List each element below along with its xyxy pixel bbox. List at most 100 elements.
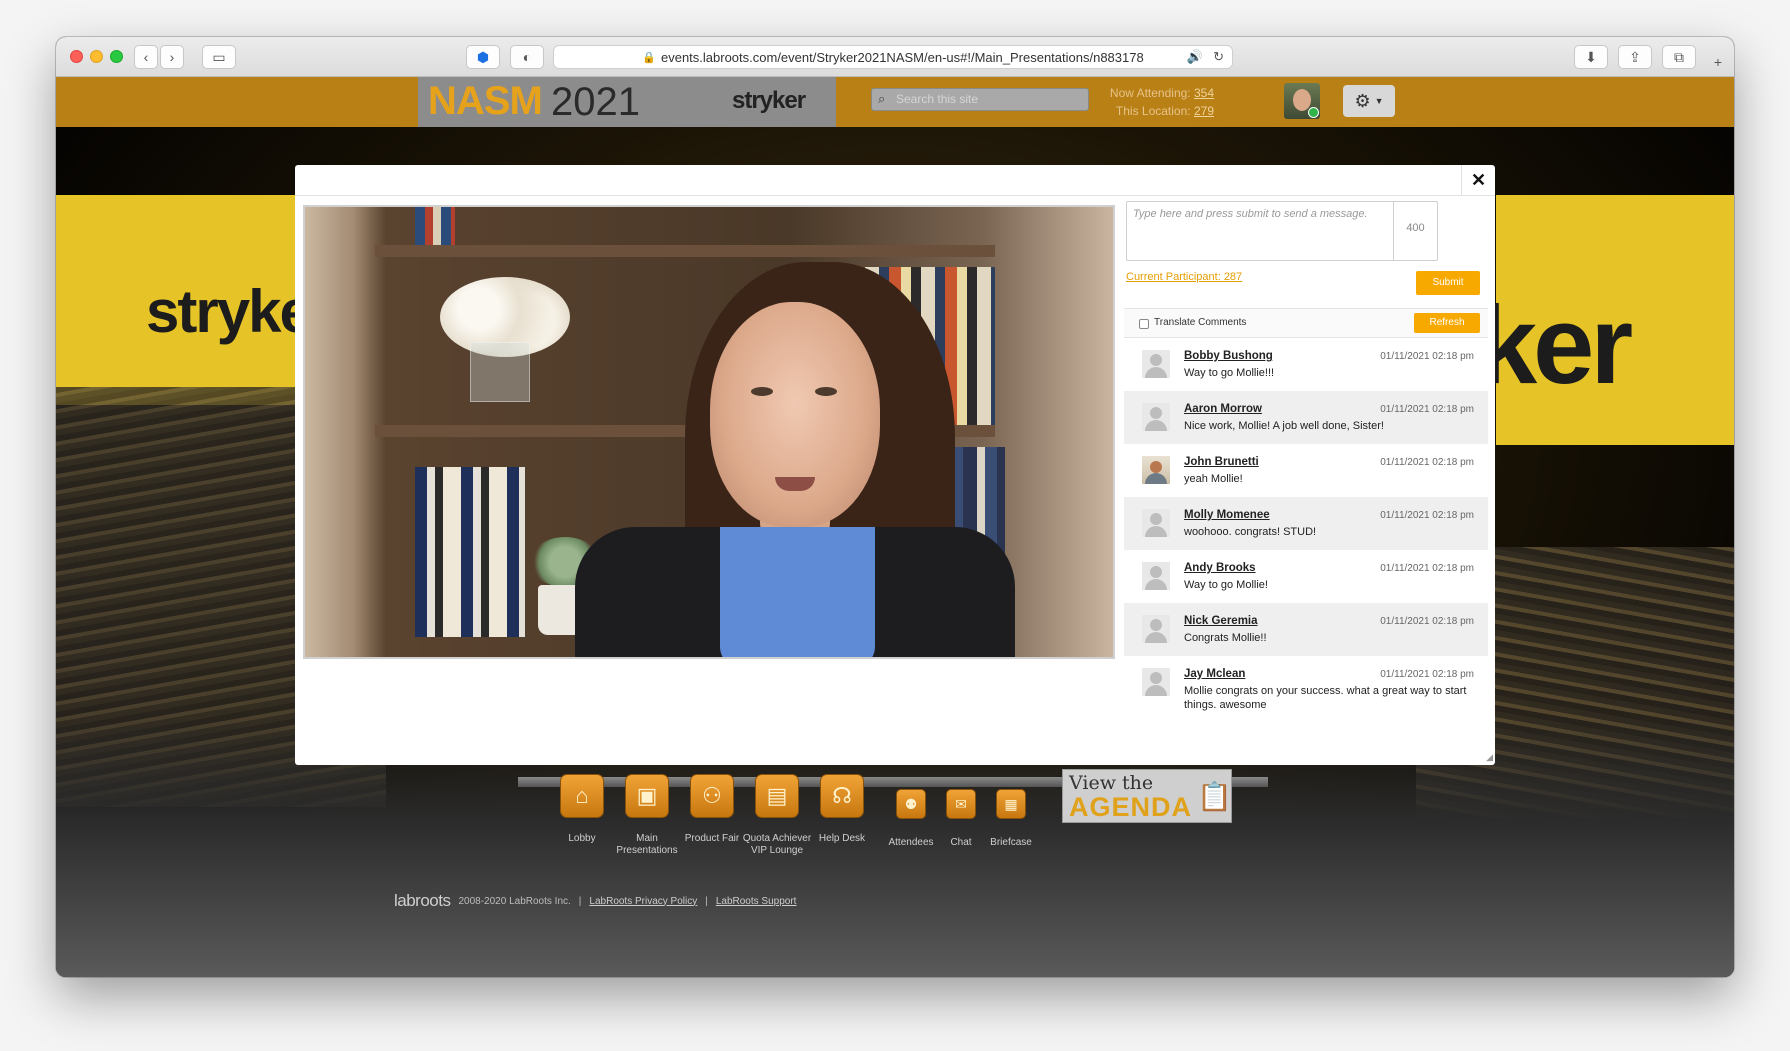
nav-main-presentations-button[interactable]: ▣ — [625, 774, 669, 818]
message-time: 01/11/2021 02:18 pm — [1380, 510, 1474, 521]
presenter-eye — [751, 387, 773, 396]
footer-separator: | — [578, 895, 582, 907]
chat-message: Bobby Bushong 01/11/2021 02:18 pm Way to… — [1124, 338, 1488, 391]
current-participant-link[interactable]: Current Participant: 287 — [1126, 271, 1242, 283]
message-time: 01/11/2021 02:18 pm — [1380, 404, 1474, 415]
message-author[interactable]: Aaron Morrow — [1184, 403, 1262, 415]
nav-help-desk-button[interactable]: ☊ — [820, 774, 864, 818]
close-modal-button[interactable]: ✕ — [1461, 165, 1495, 196]
submit-button[interactable]: Submit — [1416, 271, 1480, 295]
chat-message: John Brunetti 01/11/2021 02:18 pm yeah M… — [1124, 444, 1488, 497]
event-logo[interactable]: NASM 2021 stryker — [418, 77, 836, 127]
message-time: 01/11/2021 02:18 pm — [1380, 669, 1474, 680]
chevron-left-icon: ‹ — [143, 49, 149, 65]
message-author[interactable]: Bobby Bushong — [1184, 350, 1273, 362]
chat-icon: ✉ — [955, 795, 967, 812]
user-avatar[interactable] — [1284, 83, 1320, 119]
downloads-button[interactable]: ⬇ — [1574, 45, 1608, 69]
now-attending-label: Now Attending: — [1109, 86, 1191, 100]
privacy-button[interactable]: ◐ — [510, 45, 544, 69]
video-shelf — [375, 245, 995, 257]
extension-button[interactable]: ⬢ — [466, 45, 500, 69]
chevron-right-icon: › — [169, 49, 175, 65]
message-author[interactable]: Andy Brooks — [1184, 562, 1256, 574]
lock-icon: 🔒 — [642, 51, 656, 64]
zoom-window-button[interactable] — [110, 50, 123, 63]
message-text: Congrats Mollie!! — [1184, 632, 1267, 644]
logo-nasm: NASM — [428, 79, 543, 123]
video-player[interactable] — [303, 205, 1115, 659]
message-author[interactable]: Molly Momenee — [1184, 509, 1270, 521]
browser-window: ‹ › ▭ ⬢ ◐ 🔒 events.labroots.com/event/St… — [56, 37, 1734, 977]
this-location-count[interactable]: 279 — [1194, 104, 1214, 118]
privacy-policy-link[interactable]: LabRoots Privacy Policy — [589, 896, 697, 907]
settings-menu-button[interactable]: ⚙ ▼ — [1343, 85, 1395, 117]
nav-product-fair-label: Product Fair — [684, 833, 740, 844]
presenter-eye — [815, 387, 837, 396]
nav-attendees-button[interactable]: ⚉ — [896, 789, 926, 819]
resize-handle-icon[interactable]: ◢ — [1486, 752, 1493, 763]
logo-partner: stryker — [732, 87, 806, 114]
nav-product-fair-button[interactable]: ⚇ — [690, 774, 734, 818]
translate-checkbox[interactable] — [1139, 319, 1149, 329]
back-button[interactable]: ‹ — [134, 45, 158, 69]
minimize-window-button[interactable] — [90, 50, 103, 63]
message-text: woohooo. congrats! STUD! — [1184, 526, 1317, 538]
nav-help-desk-label: Help Desk — [818, 833, 866, 844]
site-search-input[interactable]: ⌕ Search this site — [871, 88, 1089, 111]
view-agenda-button[interactable]: View the AGENDA 📋 — [1062, 769, 1232, 823]
sidebar-toggle-button[interactable]: ▭ — [202, 45, 236, 69]
user-photo-avatar — [1142, 456, 1170, 484]
new-tab-button[interactable]: + — [1706, 51, 1730, 73]
message-time: 01/11/2021 02:18 pm — [1380, 563, 1474, 574]
share-button[interactable]: ⇪ — [1618, 45, 1652, 69]
video-vase — [470, 342, 530, 402]
half-shield-icon: ◐ — [522, 49, 532, 65]
chevron-down-icon: ▼ — [1374, 96, 1384, 106]
avatar-face — [1293, 89, 1311, 111]
nav-lobby-button[interactable]: ⌂ — [560, 774, 604, 818]
chat-message-list[interactable]: Bobby Bushong 01/11/2021 02:18 pm Way to… — [1124, 338, 1488, 765]
chat-panel: Type here and press submit to send a mes… — [1124, 201, 1488, 765]
chat-bubbles-icon: ▤ — [766, 783, 788, 808]
message-text: Way to go Mollie! — [1184, 579, 1268, 591]
nav-chat-button[interactable]: ✉ — [946, 789, 976, 819]
headset-icon: ☊ — [832, 783, 852, 808]
chat-message-input[interactable]: Type here and press submit to send a mes… — [1126, 201, 1438, 261]
nav-main-presentations-label: Main Presentations — [616, 833, 678, 856]
presentation-modal: ✕ Type here and press submit to send a m… — [295, 165, 1495, 765]
nav-lobby-label: Lobby — [568, 833, 596, 844]
close-icon: ✕ — [1470, 170, 1487, 190]
shield-icon: ⬢ — [476, 48, 490, 65]
address-bar[interactable]: 🔒 events.labroots.com/event/Stryker2021N… — [553, 45, 1233, 69]
refresh-button[interactable]: Refresh — [1414, 313, 1480, 333]
now-attending-count[interactable]: 354 — [1194, 86, 1214, 100]
nav-briefcase-label: Briefcase — [990, 837, 1032, 848]
message-author[interactable]: John Brunetti — [1184, 456, 1259, 468]
chat-message: Jay Mclean 01/11/2021 02:18 pm Mollie co… — [1124, 656, 1488, 722]
default-avatar-icon — [1142, 509, 1170, 537]
forward-button[interactable]: › — [160, 45, 184, 69]
reload-icon[interactable]: ↻ — [1213, 49, 1224, 65]
speaker-icon[interactable]: 🔊 — [1187, 49, 1203, 65]
translate-bar: Translate Comments Refresh — [1124, 308, 1488, 338]
support-link[interactable]: LabRoots Support — [716, 896, 797, 907]
message-author[interactable]: Jay Mclean — [1184, 668, 1245, 680]
footer-separator: | — [705, 895, 708, 907]
online-status-icon — [1308, 107, 1319, 118]
nav-quota-lounge-button[interactable]: ▤ — [755, 774, 799, 818]
message-author[interactable]: Nick Geremia — [1184, 615, 1258, 627]
search-placeholder: Search this site — [896, 92, 979, 106]
plus-icon: + — [1713, 54, 1723, 70]
default-avatar-icon — [1142, 403, 1170, 431]
url-text: events.labroots.com/event/Stryker2021NAS… — [660, 49, 1144, 65]
nav-briefcase-button[interactable]: ▦ — [996, 789, 1026, 819]
close-window-button[interactable] — [70, 50, 83, 63]
default-avatar-icon — [1142, 615, 1170, 643]
agenda-label-bottom: AGENDA — [1069, 792, 1193, 822]
event-page: stryke ker NASM 2021 stryker ⌕ Search th… — [56, 77, 1734, 977]
this-location-label: This Location: — [1115, 104, 1191, 118]
download-icon: ⬇ — [1585, 48, 1597, 65]
tabs-overview-button[interactable]: ⧉ — [1662, 45, 1696, 69]
chat-message: Nick Geremia 01/11/2021 02:18 pm Congrat… — [1124, 603, 1488, 656]
